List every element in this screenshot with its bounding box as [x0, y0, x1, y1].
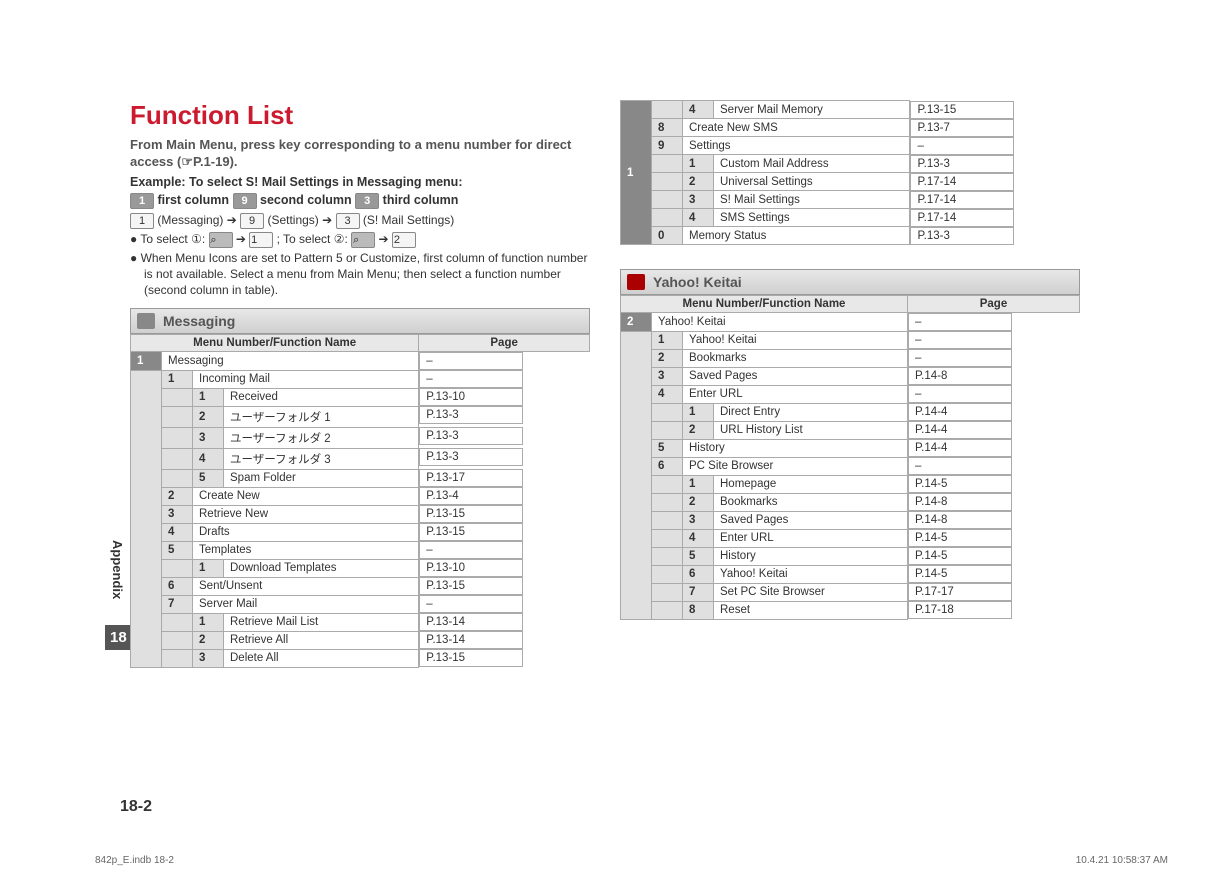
table-row: 5HistoryP.14-5	[621, 547, 1080, 565]
table-row: 3Saved PagesP.14-8	[621, 511, 1080, 529]
left-column: Function List From Main Menu, press key …	[130, 100, 590, 668]
messaging-table: Menu Number/Function NamePage 1 Messagin…	[130, 334, 590, 668]
table-row: 7Server Mail–	[131, 595, 590, 613]
table-row: 9Settings–	[621, 137, 1080, 155]
key-b1-1: 1	[249, 232, 273, 248]
th-page: Page	[907, 296, 1079, 313]
table-row: 5Templates–	[131, 541, 590, 559]
table-row: 1Yahoo! Keitai–	[621, 331, 1080, 349]
print-right: 10.4.21 10:58:37 AM	[1076, 855, 1168, 866]
table-row: 2ユーザーフォルダ 1P.13-3	[131, 406, 590, 427]
table-row: 4Enter URLP.14-5	[621, 529, 1080, 547]
table-row: 2URL History ListP.14-4	[621, 421, 1080, 439]
key-b1-2: 2	[392, 232, 416, 248]
table-row: 8ResetP.17-18	[621, 601, 1080, 619]
table-row: 4Enter URL–	[621, 385, 1080, 403]
yahoo-icon	[627, 274, 645, 290]
table-row: 6Sent/UnsentP.13-15	[131, 577, 590, 595]
table-row: 2 Yahoo! Keitai –	[621, 313, 1080, 332]
table-row: 2Create NewP.13-4	[131, 487, 590, 505]
print-marks: 842p_E.indb 18-2 10.4.21 10:58:37 AM	[95, 855, 1168, 866]
table-row: 5HistoryP.14-4	[621, 439, 1080, 457]
table-row: 4DraftsP.13-15	[131, 523, 590, 541]
table-row: 0Memory StatusP.13-3	[621, 227, 1080, 245]
table-row: 3Saved PagesP.14-8	[621, 367, 1080, 385]
table-row: 7Set PC Site BrowserP.17-17	[621, 583, 1080, 601]
table-row: 8Create New SMSP.13-7	[621, 119, 1080, 137]
page-content: Function List From Main Menu, press key …	[0, 0, 1228, 708]
table-row: 6PC Site Browser–	[621, 457, 1080, 475]
example-heading: Example: To select S! Mail Settings in M…	[130, 175, 590, 189]
table-row: 5Spam FolderP.13-17	[131, 469, 590, 487]
key-1: 1	[130, 193, 154, 209]
table-row: 2BookmarksP.14-8	[621, 493, 1080, 511]
messaging-icon	[137, 313, 155, 329]
th-page: Page	[419, 335, 590, 352]
table-row: 1Retrieve Mail ListP.13-14	[131, 613, 590, 631]
table-row: 1ReceivedP.13-10	[131, 388, 590, 406]
messaging-table-cont: 14Server Mail MemoryP.13-158Create New S…	[620, 100, 1080, 245]
intro-text: From Main Menu, press key corresponding …	[130, 137, 590, 171]
bullet-2: ● When Menu Icons are set to Pattern 5 o…	[130, 250, 590, 299]
print-left: 842p_E.indb 18-2	[95, 855, 174, 866]
table-row: 2Universal SettingsP.17-14	[621, 173, 1080, 191]
page-title: Function List	[130, 100, 590, 131]
key-seq-9: 9	[240, 213, 264, 229]
table-row: 4ユーザーフォルダ 3P.13-3	[131, 448, 590, 469]
table-row: 1Download TemplatesP.13-10	[131, 559, 590, 577]
example-sequence: 1 (Messaging) ➔ 9 (Settings) ➔ 3 (S! Mai…	[130, 213, 590, 229]
search-icon: ⌕	[209, 232, 233, 248]
table-row: 1HomepageP.14-5	[621, 475, 1080, 493]
page-number: 18-2	[120, 798, 152, 816]
example-columns: 1 first column 9 second column 3 third c…	[130, 193, 590, 209]
key-seq-1: 1	[130, 213, 154, 229]
table-row: 3ユーザーフォルダ 2P.13-3	[131, 427, 590, 448]
table-row: 14Server Mail MemoryP.13-15	[621, 101, 1080, 119]
section-yahoo-header: Yahoo! Keitai	[620, 269, 1080, 295]
table-row: 3Delete AllP.13-15	[131, 649, 590, 667]
section-messaging-header: Messaging	[130, 308, 590, 334]
table-row: 1Direct EntryP.14-4	[621, 403, 1080, 421]
table-row: 6Yahoo! KeitaiP.14-5	[621, 565, 1080, 583]
table-row: 1 Messaging –	[131, 352, 590, 371]
th-name: Menu Number/Function Name	[621, 296, 908, 313]
bullet-1: ● To select ①: ⌕ ➔ 1 ; To select ②: ⌕ ➔ …	[130, 231, 590, 248]
table-row: 1Custom Mail AddressP.13-3	[621, 155, 1080, 173]
table-row: 4SMS SettingsP.17-14	[621, 209, 1080, 227]
table-row: 3S! Mail SettingsP.17-14	[621, 191, 1080, 209]
key-3: 3	[355, 193, 379, 209]
right-column: 14Server Mail MemoryP.13-158Create New S…	[620, 100, 1080, 668]
yahoo-table: Menu Number/Function NamePage 2 Yahoo! K…	[620, 295, 1080, 620]
search-icon: ⌕	[351, 232, 375, 248]
table-row: 2Bookmarks–	[621, 349, 1080, 367]
table-row: 1Incoming Mail–	[131, 370, 590, 388]
key-seq-3: 3	[336, 213, 360, 229]
th-name: Menu Number/Function Name	[131, 335, 419, 352]
key-9: 9	[233, 193, 257, 209]
table-row: 2Retrieve AllP.13-14	[131, 631, 590, 649]
table-row: 3Retrieve NewP.13-15	[131, 505, 590, 523]
